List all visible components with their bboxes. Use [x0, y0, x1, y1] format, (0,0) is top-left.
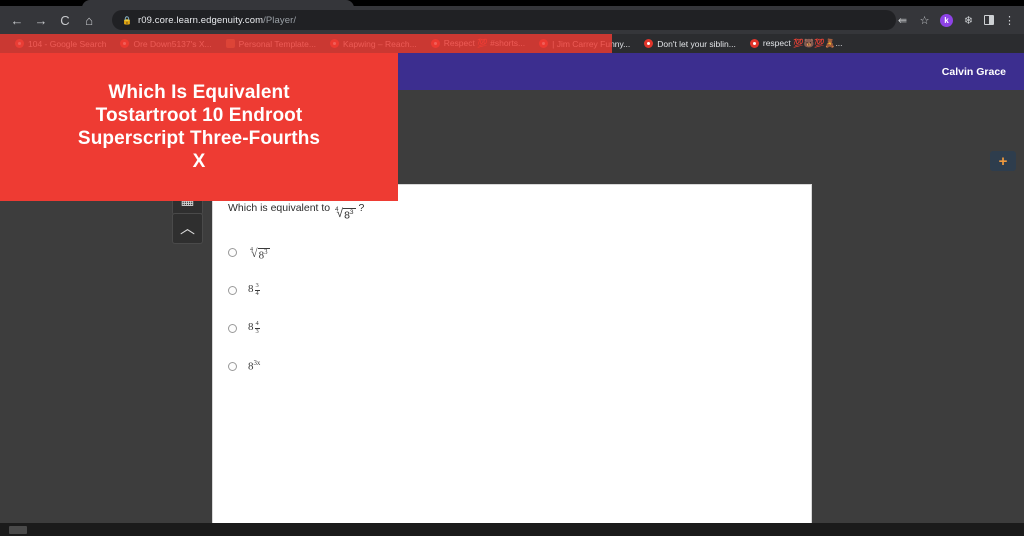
option-b-base: 8 [248, 282, 254, 295]
caption-overlay: Which Is Equivalent Tostartroot 10 Endro… [0, 53, 398, 201]
browser-toolbar: ← → C ⌂ 🔒 r09.core.learn.edgenuity.com/P… [0, 6, 1024, 34]
option-b-exponent: 34 [254, 282, 260, 298]
radio-option-b[interactable] [228, 285, 237, 295]
quiz-card: Which is equivalent to 4 √ 83 ? 4 √ 83 8… [212, 184, 812, 536]
taskbar [0, 523, 1024, 536]
back-icon[interactable]: ← [6, 9, 28, 31]
option-c-exponent: 43 [254, 320, 260, 336]
bookmark-favicon-youtube-icon [749, 39, 759, 48]
caption-line-1: Which Is Equivalent [108, 81, 290, 103]
home-icon[interactable]: ⌂ [78, 9, 100, 31]
reload-icon[interactable]: C [54, 9, 76, 31]
url-path: /Player/ [263, 14, 297, 26]
bookmark-favicon-youtube-icon [644, 39, 654, 48]
lock-icon: 🔒 [122, 15, 132, 25]
option-b[interactable]: 834 [228, 271, 708, 309]
option-a-index: 4 [250, 246, 253, 253]
bookmark-item[interactable]: respect 💯🐻💯🧸... [743, 38, 850, 49]
option-a-power: 3 [264, 248, 268, 256]
bookmark-label: Don't let your siblin... [657, 38, 736, 49]
caption-line-4: X [192, 151, 206, 173]
radio-option-d[interactable] [228, 361, 237, 371]
option-d-exponent: 3x [253, 359, 261, 367]
option-c[interactable]: 843 [228, 309, 708, 347]
star-icon[interactable]: ☆ [918, 14, 931, 27]
extensions-icon[interactable]: ❄ [962, 14, 975, 27]
screen: ← → C ⌂ 🔒 r09.core.learn.edgenuity.com/P… [0, 0, 1024, 536]
add-button[interactable]: + [990, 151, 1016, 171]
side-panel-icon[interactable] [984, 15, 994, 25]
bookmark-item[interactable]: Don't let your siblin... [637, 39, 743, 49]
menu-icon[interactable]: ⋮ [1003, 14, 1016, 27]
option-c-math: 843 [248, 320, 260, 336]
radical-index: 4 [335, 207, 339, 213]
option-d-math: 83x [248, 360, 260, 373]
option-a[interactable]: 4 √ 83 [228, 233, 708, 271]
address-bar-url: r09.core.learn.edgenuity.com/Player/ [138, 15, 296, 26]
caption-line-2: Tostartroot 10 Endroot [95, 104, 303, 126]
caption-line-3: Superscript Three-Fourths [77, 128, 321, 150]
radio-option-c[interactable] [228, 323, 237, 333]
option-c-base: 8 [248, 320, 254, 333]
radio-option-a[interactable] [228, 247, 237, 257]
option-b-denominator: 4 [255, 289, 259, 297]
option-c-denominator: 3 [255, 327, 259, 335]
radical-body: 83 [343, 208, 356, 222]
chevron-up-icon: ︿ [179, 220, 195, 237]
question-suffix: ? [358, 202, 365, 214]
answer-options: 4 √ 83 834 843 83x [228, 233, 708, 385]
plus-icon: + [998, 152, 1008, 170]
collapse-button[interactable]: ︿ [172, 213, 203, 244]
forward-icon[interactable]: → [30, 9, 52, 31]
question-prompt: Which is equivalent to [228, 202, 331, 214]
option-d[interactable]: 83x [228, 347, 708, 385]
question-text: Which is equivalent to 4 √ 83 ? [228, 202, 364, 222]
radical-power: 3 [349, 209, 354, 216]
taskbar-item[interactable] [9, 526, 27, 534]
toolbar-right-icons: ⇚ ☆ k ❄ ⋮ [896, 13, 1024, 27]
address-bar[interactable]: 🔒 r09.core.learn.edgenuity.com/Player/ [112, 10, 896, 30]
question-radical: 4 √ 83 [333, 207, 356, 222]
share-icon[interactable]: ⇚ [896, 14, 909, 27]
bookmark-label: respect 💯🐻💯🧸... [762, 38, 843, 48]
option-a-math: 4 √ 83 [248, 242, 270, 262]
caption-overlay-bookmarks-tint [0, 34, 612, 53]
user-name[interactable]: Calvin Grace [942, 66, 1006, 78]
navigation-buttons: ← → C ⌂ [0, 9, 100, 31]
url-host: r09.core.learn.edgenuity.com [137, 14, 264, 26]
avatar[interactable]: k [940, 13, 953, 27]
option-b-math: 834 [248, 282, 260, 298]
